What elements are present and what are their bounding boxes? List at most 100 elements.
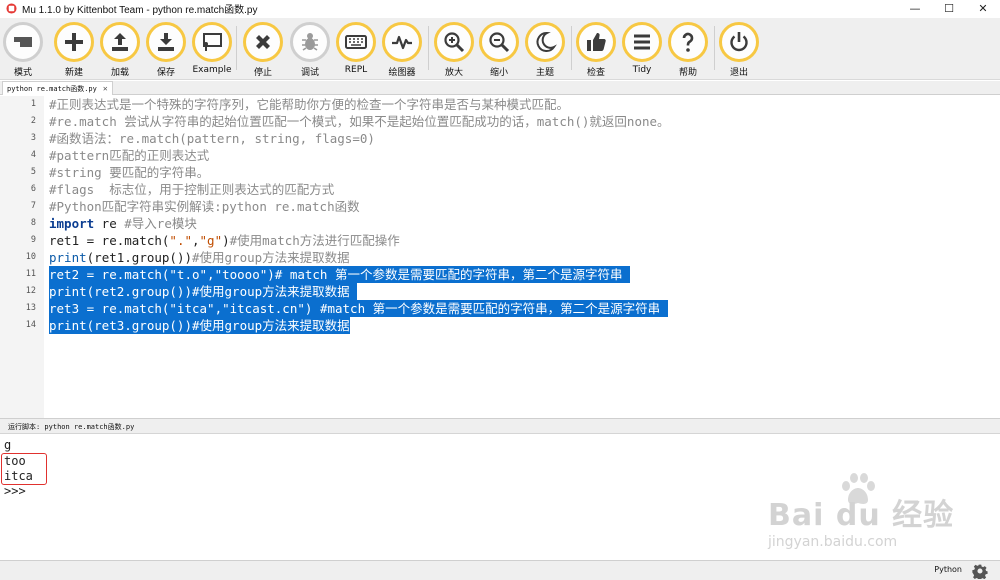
code-comment: # match 第一个参数是需要匹配的字符串，第二个是源字符串 — [274, 267, 631, 282]
code-token: (ret1.group()) — [86, 250, 192, 265]
theme-button[interactable]: 主题 — [522, 22, 568, 80]
gear-icon[interactable] — [972, 563, 988, 579]
tab-bar: python re.match函数.py ✕ — [0, 81, 1000, 95]
code-token: ret1 = re.match( — [49, 233, 170, 248]
code-comment: #导入re模块 — [124, 216, 197, 231]
zoom-in-icon — [434, 22, 474, 62]
close-window-button[interactable]: ✕ — [966, 0, 1000, 17]
toolbar: 模式 新建 加载 保存 Example 停止 调试 REPL 绘图器 放大 缩小… — [0, 18, 1000, 80]
builtin-function: print — [49, 250, 87, 265]
code-line-selected: 14 print(ret3.group())#使用group方法来提取数据 — [0, 317, 1000, 334]
help-button[interactable]: 帮助 — [665, 22, 711, 80]
run-script-label: 运行脚本: python re.match函数.py — [8, 423, 135, 431]
code-line-selected: 13 ret3 = re.match("itca","itcast.cn") #… — [0, 300, 1000, 317]
code-text: #re.match 尝试从字符串的起始位置匹配一个模式，如果不是起始位置匹配成功… — [49, 114, 670, 129]
toolbar-separator — [714, 26, 715, 70]
selected-code-text: ret3 = re.match("itca","itcast.cn") #mat… — [49, 300, 668, 317]
code-text: #string 要匹配的字符串。 — [49, 165, 210, 180]
mode-indicator[interactable]: Python — [934, 565, 962, 574]
mode-icon — [3, 22, 43, 62]
line-number: 7 — [30, 201, 36, 211]
line-number: 8 — [30, 218, 36, 228]
code-text: #flags 标志位，用于控制正则表达式的匹配方式 — [49, 182, 335, 197]
title-bar: Mu 1.1.0 by Kittenbot Team - python re.m… — [0, 0, 1000, 17]
line-number: 13 — [25, 303, 36, 313]
repl-prompt[interactable]: >>> — [4, 484, 26, 499]
code-token: ) — [222, 233, 230, 248]
line-number: 12 — [25, 286, 36, 296]
code-comment: #使用match方法进行匹配操作 — [229, 233, 400, 248]
download-icon — [146, 22, 186, 62]
code-token: print(ret3.group()) — [49, 318, 192, 333]
power-icon — [719, 22, 759, 62]
stop-button[interactable]: 停止 — [240, 22, 286, 80]
zoom-out-icon — [479, 22, 519, 62]
code-line: 10 print(ret1.group())#使用group方法来提取数据 — [0, 249, 1000, 266]
plus-icon — [54, 22, 94, 62]
code-line: 3 #函数语法：re.match(pattern, string, flags=… — [0, 130, 1000, 147]
upload-icon — [100, 22, 140, 62]
example-label: Example — [192, 65, 232, 75]
line-number: 3 — [30, 133, 36, 143]
close-x-icon — [243, 22, 283, 62]
string-literal: "g" — [199, 233, 223, 248]
code-line: 7 #Python匹配字符串实例解读:python re.match函数 — [0, 198, 1000, 215]
baidu-watermark: Bai du 经验 jingyan.baidu.com — [768, 472, 978, 558]
line-number: 4 — [30, 150, 36, 160]
highlight-box — [1, 453, 47, 485]
window-title: Mu 1.1.0 by Kittenbot Team - python re.m… — [22, 5, 258, 16]
thumbs-up-icon — [576, 22, 616, 62]
selected-code-text: print(ret3.group())#使用group方法来提取数据 — [49, 317, 350, 334]
tab-close-icon[interactable]: ✕ — [103, 84, 108, 93]
toolbar-separator — [428, 26, 429, 70]
code-text: import re #导入re模块 — [49, 215, 197, 232]
code-line-selected: 12 print(ret2.group())#使用group方法来提取数据 — [0, 283, 1000, 300]
line-number: 10 — [25, 252, 36, 262]
code-line: 2 #re.match 尝试从字符串的起始位置匹配一个模式，如果不是起始位置匹配… — [0, 113, 1000, 130]
line-number: 9 — [30, 235, 36, 245]
maximize-button[interactable]: ☐ — [932, 0, 966, 17]
minimize-button[interactable]: — — [898, 0, 932, 17]
keyboard-icon — [336, 22, 376, 62]
code-line: 1 #正则表达式是一个特殊的字符序列，它能帮助你方便的检查一个字符串是否与某种模… — [0, 96, 1000, 113]
quit-button[interactable]: 退出 — [716, 22, 762, 80]
bug-icon — [290, 22, 330, 62]
moon-icon — [525, 22, 565, 62]
string-literal: "." — [169, 233, 192, 248]
tab-file[interactable]: python re.match函数.py ✕ — [2, 81, 113, 95]
pulse-icon — [382, 22, 422, 62]
line-number: 5 — [30, 167, 36, 177]
plotter-label: 绘图器 — [388, 68, 416, 78]
quit-label: 退出 — [729, 68, 748, 78]
toolbar-separator — [571, 26, 572, 70]
code-text: #正则表达式是一个特殊的字符序列，它能帮助你方便的检查一个字符串是否与某种模式匹… — [49, 97, 570, 112]
code-token: re — [94, 216, 125, 231]
selected-code-text: print(ret2.group())#使用group方法来提取数据 — [49, 283, 358, 300]
code-line: 5 #string 要匹配的字符串。 — [0, 164, 1000, 181]
line-number: 6 — [30, 184, 36, 194]
line-number: 11 — [25, 269, 36, 279]
tidy-lines-icon — [622, 22, 662, 62]
code-editor[interactable]: 1 #正则表达式是一个特殊的字符序列，它能帮助你方便的检查一个字符串是否与某种模… — [0, 96, 1000, 418]
output-line: g — [4, 438, 12, 452]
code-token: ret2 = re.match("t.o","toooo") — [49, 267, 275, 282]
code-line: 6 #flags 标志位，用于控制正则表达式的匹配方式 — [0, 181, 1000, 198]
line-number: 1 — [30, 99, 36, 109]
help-label: 帮助 — [678, 68, 697, 78]
run-panel-header: 运行脚本: python re.match函数.py — [0, 418, 1000, 434]
code-token: , — [192, 233, 200, 248]
code-line: 9 ret1 = re.match(".","g")#使用match方法进行匹配… — [0, 232, 1000, 249]
question-icon — [668, 22, 708, 62]
code-token: print(ret2.group()) — [49, 284, 192, 299]
presentation-icon — [192, 22, 232, 62]
keyword: import — [49, 216, 95, 231]
example-button[interactable]: Example — [189, 22, 235, 80]
mu-logo-icon — [6, 3, 17, 14]
theme-label: 主题 — [535, 68, 554, 78]
mode-button[interactable]: 模式 — [0, 22, 46, 80]
line-number: 14 — [25, 320, 36, 330]
line-number: 2 — [30, 116, 36, 126]
watermark-brand: Bai du 经验 — [768, 498, 955, 533]
plotter-button[interactable]: 绘图器 — [379, 22, 425, 80]
code-text: print(ret1.group())#使用group方法来提取数据 — [49, 249, 350, 266]
